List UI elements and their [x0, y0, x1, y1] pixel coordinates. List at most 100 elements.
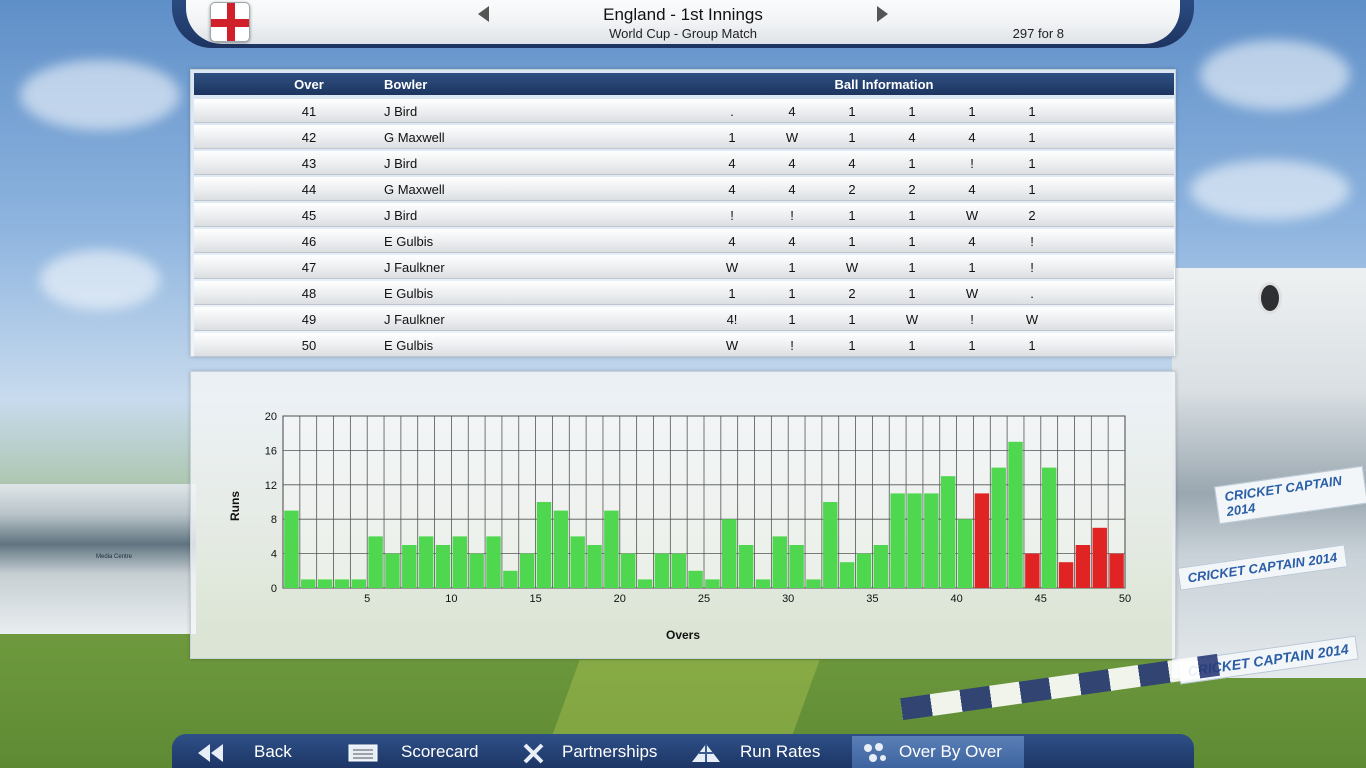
innings-title: England - 1st Innings [603, 5, 763, 24]
ball-result: ! [790, 338, 794, 353]
ball-result: 4 [788, 104, 796, 119]
bar-over-4 [334, 579, 350, 588]
previous-innings-arrow[interactable] [478, 6, 489, 22]
ball-result: 4 [788, 234, 796, 249]
over-number: 49 [301, 312, 317, 327]
back-button[interactable]: Back [186, 736, 336, 768]
bar-over-34 [839, 562, 855, 588]
ball-result: ! [1030, 260, 1034, 275]
run-rates-button[interactable]: Run Rates [682, 736, 850, 768]
ball-result: 1 [1028, 338, 1036, 353]
ball-result: 4 [908, 130, 916, 145]
bar-over-11 [452, 536, 468, 588]
next-innings-arrow[interactable] [877, 6, 888, 22]
over-number: 47 [301, 260, 317, 275]
bar-over-14 [503, 570, 518, 588]
bowler-name: J Bird [384, 208, 418, 223]
over-number: 41 [301, 104, 317, 119]
ball-result: 1 [908, 156, 916, 171]
ball-result: 1 [848, 338, 856, 353]
ball-result: 1 [788, 312, 796, 327]
ball-result: ! [730, 208, 734, 223]
chart-svg: 0 4 8 12 16 20 5 10 15 20 25 30 35 40 45 50 Runs Overs [228, 411, 1131, 642]
runs-per-over-chart: 0 4 8 12 16 20 5 10 15 20 25 30 35 40 45 50 Runs Overs [190, 371, 1176, 659]
bowler-name: E Gulbis [384, 338, 434, 353]
bowler-name: E Gulbis [384, 234, 434, 249]
ball-result: W [725, 338, 739, 353]
ball-result: ! [790, 208, 794, 223]
partnerships-button[interactable]: Partnerships [512, 736, 680, 768]
cricket-balls-icon [864, 743, 886, 762]
y-tick-label: 8 [271, 514, 277, 526]
table-row: 41 J Bird. 4 1 1 1 1 [194, 99, 1174, 123]
x-tick-label: 30 [782, 593, 794, 605]
ball-result: 1 [728, 130, 736, 145]
bowler-name: E Gulbis [384, 286, 434, 301]
scorecard-button[interactable]: Scorecard [338, 736, 510, 768]
bowler-name: J Bird [384, 156, 418, 171]
ball-result: 4 [728, 156, 736, 171]
ball-result: 4 [728, 234, 736, 249]
table-row: 44 G Maxwell 4 4 2 2 4 1 [194, 177, 1174, 201]
bar-over-26 [705, 579, 720, 588]
run-rates-icon [692, 744, 720, 762]
over-number: 43 [301, 156, 317, 171]
bar-over-35 [856, 553, 872, 588]
bar-over-46 [1042, 467, 1057, 588]
y-axis-label: Runs [228, 491, 242, 521]
bar-over-1 [284, 510, 299, 588]
bar-over-21 [621, 553, 636, 588]
ball-result: 2 [908, 182, 916, 197]
y-tick-label: 4 [271, 549, 277, 561]
boundary-rope [900, 653, 1220, 721]
bar-over-43 [991, 467, 1006, 588]
bar-over-42 [974, 493, 990, 588]
x-tick-label: 45 [1035, 593, 1047, 605]
bar-over-41 [957, 519, 973, 588]
bar-over-40 [940, 476, 956, 588]
ball-result: ! [970, 312, 974, 327]
x-tick-label: 50 [1119, 593, 1131, 605]
bowler-name: G Maxwell [384, 182, 445, 197]
bar-over-24 [671, 553, 686, 588]
ball-result: 1 [908, 234, 916, 249]
over-by-over-label: Over By Over [899, 742, 1002, 761]
bar-over-49 [1092, 527, 1107, 588]
bar-over-50 [1109, 553, 1124, 588]
table-row: 49 J Faulkner 4! 1 1 W! W [194, 307, 1174, 331]
bar-over-22 [637, 579, 653, 588]
stadium-stand-left: Media Centre [0, 484, 196, 634]
bar-over-30 [772, 536, 787, 588]
ball-result: 1 [848, 104, 856, 119]
bar-over-12 [469, 553, 484, 588]
bar-over-25 [688, 570, 703, 588]
ball-result: 1 [848, 130, 856, 145]
table-row: 42 G Maxwell 1 W 1 4 4 1 [194, 125, 1174, 149]
bar-over-32 [806, 579, 821, 588]
ball-result: 4 [788, 156, 796, 171]
bar-over-37 [890, 493, 905, 588]
bowler-name: J Bird [384, 104, 418, 119]
ball-result: W [1025, 312, 1039, 327]
ball-result: 4 [788, 182, 796, 197]
ball-result: 1 [908, 286, 916, 301]
bar-over-15 [519, 553, 535, 588]
ball-result: 4! [726, 312, 738, 327]
bar-over-7 [385, 553, 400, 588]
bar-over-3 [317, 579, 333, 588]
ball-result: 2 [848, 182, 856, 197]
bar-over-45 [1025, 553, 1040, 588]
ball-result: 1 [968, 104, 976, 119]
header-over: Over [294, 77, 324, 92]
bar-over-13 [486, 536, 501, 588]
bar-over-10 [435, 545, 451, 588]
bar-over-38 [907, 493, 922, 588]
y-tick-label: 16 [265, 445, 277, 457]
cloud [40, 250, 160, 310]
over-by-over-tab[interactable]: Over By Over [852, 736, 1024, 768]
x-tick-label: 20 [614, 593, 626, 605]
media-centre-sign: Media Centre [96, 554, 133, 560]
ball-result: 4 [968, 234, 976, 249]
table-row: 43 J Bird 4 4 4 1! 1 [194, 151, 1174, 175]
ball-result: 1 [1028, 156, 1036, 171]
